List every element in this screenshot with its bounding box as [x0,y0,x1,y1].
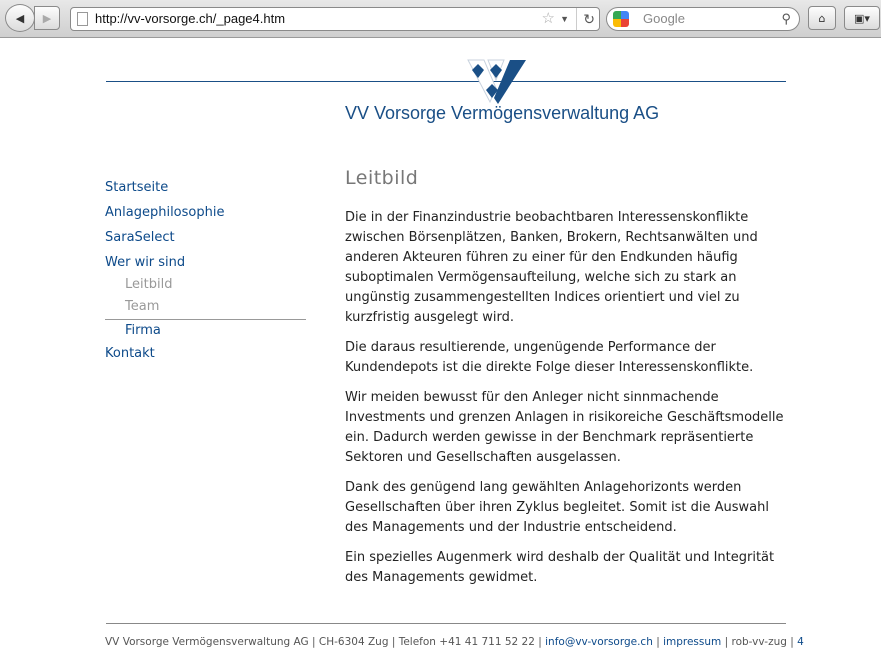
forward-arrow-icon: ▶ [42,11,52,25]
address-bar[interactable]: http://vv-vorsorge.ch/_page4.htm ☆ ▼ ↻ [70,7,600,31]
nav-leitbild[interactable]: Leitbild [105,275,306,297]
home-button[interactable]: ⌂ [808,6,836,30]
footer-line [106,623,786,624]
separator: | [721,636,732,648]
search-icon[interactable]: ⚲ [781,8,791,30]
separator: | [786,636,798,648]
back-arrow-icon: ◀ [15,11,25,25]
paragraph: Wir meiden bewusst für den Anleger nicht… [345,390,784,465]
separator: | [388,636,399,648]
bookmarks-button[interactable]: ▣▾ [844,6,880,30]
paragraph: Die daraus resultierende, ungenügende Pe… [345,340,754,375]
footer-email-link[interactable]: info@vv-vorsorge.ch [545,636,653,648]
page-icon [77,12,88,26]
main-content: Die in der Finanzindustrie beobachtbaren… [345,208,790,598]
back-button[interactable]: ◀ [5,4,35,32]
footer-company: VV Vorsorge Vermögensverwaltung AG [105,636,309,648]
nav-firma[interactable]: Firma [105,319,306,344]
footer-page-link[interactable]: 4 [797,636,804,648]
footer-credit: rob-vv-zug [731,636,787,648]
separator: | [652,636,664,648]
footer-address: CH-6304 Zug [318,636,389,648]
home-icon: ⌂ [818,11,826,25]
search-box[interactable]: Google ⚲ [606,7,800,31]
nav-startseite[interactable]: Startseite [105,178,306,203]
nav-wer-wir-sind[interactable]: Wer wir sind [105,253,306,275]
nav-anlagephilosophie[interactable]: Anlagephilosophie [105,203,306,228]
footer: VV Vorsorge Vermögensverwaltung AG | CH-… [105,636,804,648]
google-icon [613,11,629,27]
separator: | [534,636,546,648]
browser-toolbar: ◀ ▶ http://vv-vorsorge.ch/_page4.htm ☆ ▼… [0,0,881,38]
page-title: Leitbild [345,167,419,189]
search-placeholder: Google [643,11,685,26]
logo [467,59,526,104]
brand-name: VV Vorsorge Vermögensverwaltung AG [345,103,660,123]
footer-phone: Telefon +41 41 711 52 22 [398,636,535,648]
footer-impressum-link[interactable]: impressum [663,636,721,648]
nav-kontakt[interactable]: Kontakt [105,344,306,369]
nav-team[interactable]: Team [105,297,306,319]
reload-icon[interactable]: ↻ [576,8,595,30]
paragraph: Ein spezielles Augenmerk wird deshalb de… [345,550,775,585]
nav-saraselect[interactable]: SaraSelect [105,228,306,253]
bookmarks-icon: ▣▾ [854,11,870,25]
paragraph: Dank des genügend lang gewählten Anlageh… [345,480,769,535]
forward-button[interactable]: ▶ [34,6,60,30]
sidebar-nav: Startseite Anlagephilosophie SaraSelect … [105,178,306,369]
url-text: http://vv-vorsorge.ch/_page4.htm [95,11,286,26]
header-line [106,81,786,82]
separator: | [308,636,319,648]
bookmark-star-icon[interactable]: ☆ [542,8,555,30]
paragraph: Die in der Finanzindustrie beobachtbaren… [345,210,758,325]
dropdown-icon[interactable]: ▼ [560,8,569,30]
